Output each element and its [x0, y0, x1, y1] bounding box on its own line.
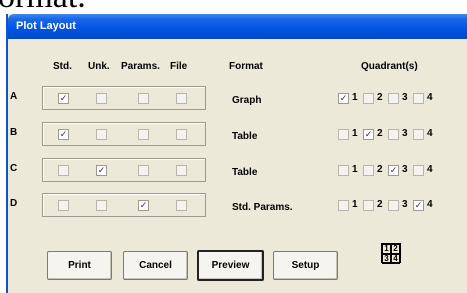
quadrant-4-label: 4 [427, 199, 433, 210]
row-d-quadrant-3-checkbox[interactable] [388, 200, 399, 211]
header-params: Params. [121, 61, 160, 72]
row-b-quadrant-1-checkbox[interactable] [338, 129, 349, 140]
row-d-quadrant-4-checkbox[interactable]: ✓ [413, 200, 424, 211]
row-d-quadrant-2-checkbox[interactable] [363, 200, 374, 211]
row-label-a: A [10, 91, 18, 102]
cancel-button[interactable]: Cancel [123, 251, 188, 280]
quadrant-legend: 1 2 3 4 [381, 243, 401, 264]
header-format: Format [229, 61, 263, 72]
quadrant-3-label: 3 [402, 164, 408, 175]
header-file: File [170, 61, 188, 72]
row-b-std-checkbox[interactable]: ✓ [58, 129, 69, 140]
row-b-unk-checkbox[interactable] [96, 129, 107, 140]
row-b-format: Table [232, 131, 258, 142]
row-b-params-checkbox[interactable] [138, 129, 149, 140]
title-bar[interactable]: Plot Layout [8, 14, 467, 39]
quadrant-1-label: 1 [352, 92, 358, 103]
header-std: Std. [53, 61, 72, 72]
row-d-unk-checkbox[interactable] [96, 200, 107, 211]
row-c-std-checkbox[interactable] [58, 165, 69, 176]
row-a-format: Graph [232, 95, 262, 106]
quadrant-legend-1: 1 [382, 244, 391, 254]
row-c-quadrant-1-checkbox[interactable] [338, 165, 349, 176]
row-b-file-checkbox[interactable] [176, 129, 187, 140]
row-c-format: Table [232, 167, 258, 178]
quadrant-3-label: 3 [402, 92, 408, 103]
preview-button[interactable]: Preview [197, 250, 264, 281]
setup-button[interactable]: Setup [273, 251, 338, 280]
row-a-quadrant-4-checkbox[interactable] [413, 93, 424, 104]
row-label-c: C [10, 163, 18, 174]
quadrant-4-label: 4 [427, 128, 433, 139]
quadrant-2-label: 2 [377, 164, 383, 175]
row-c-unk-checkbox[interactable]: ✓ [96, 165, 107, 176]
row-c-params-checkbox[interactable] [138, 165, 149, 176]
header-quadrants: Quadrant(s) [361, 61, 418, 72]
row-label-b: B [10, 127, 18, 138]
row-label-d: D [10, 198, 18, 209]
plot-layout-dialog: Plot Layout Std. Unk. Params. File Forma… [6, 14, 467, 293]
row-d-params-checkbox[interactable]: ✓ [138, 200, 149, 211]
row-c-quadrant-3-checkbox[interactable]: ✓ [388, 165, 399, 176]
row-c-quadrant-2-checkbox[interactable] [363, 165, 374, 176]
quadrant-legend-4: 4 [391, 254, 400, 264]
quadrant-2-label: 2 [377, 92, 383, 103]
row-d-std-checkbox[interactable] [58, 200, 69, 211]
quadrant-3-label: 3 [402, 128, 408, 139]
row-b-quadrant-3-checkbox[interactable] [388, 129, 399, 140]
quadrant-2-label: 2 [377, 128, 383, 139]
row-a-unk-checkbox[interactable] [96, 93, 107, 104]
row-a-quadrant-3-checkbox[interactable] [388, 93, 399, 104]
row-b-quadrant-4-checkbox[interactable] [413, 129, 424, 140]
row-c-file-checkbox[interactable] [176, 165, 187, 176]
header-unk: Unk. [88, 61, 110, 72]
row-c-quadrant-4-checkbox[interactable] [413, 165, 424, 176]
row-d-format: Std. Params. [232, 202, 293, 213]
row-a-quadrant-1-checkbox[interactable]: ✓ [338, 93, 349, 104]
row-a-params-checkbox[interactable] [138, 93, 149, 104]
row-b-quadrant-2-checkbox[interactable]: ✓ [363, 129, 374, 140]
row-d-file-checkbox[interactable] [176, 200, 187, 211]
row-a-quadrant-2-checkbox[interactable] [363, 93, 374, 104]
row-a-std-checkbox[interactable]: ✓ [58, 93, 69, 104]
quadrant-1-label: 1 [352, 164, 358, 175]
quadrant-legend-2: 2 [391, 244, 400, 254]
quadrant-4-label: 4 [427, 92, 433, 103]
row-d-quadrant-1-checkbox[interactable] [338, 200, 349, 211]
row-a-file-checkbox[interactable] [176, 93, 187, 104]
quadrant-4-label: 4 [427, 164, 433, 175]
quadrant-legend-3: 3 [382, 254, 391, 264]
window-title: Plot Layout [16, 20, 76, 32]
quadrant-2-label: 2 [377, 199, 383, 210]
quadrant-3-label: 3 [402, 199, 408, 210]
print-button[interactable]: Print [47, 251, 112, 280]
quadrant-1-label: 1 [352, 199, 358, 210]
quadrant-1-label: 1 [352, 128, 358, 139]
